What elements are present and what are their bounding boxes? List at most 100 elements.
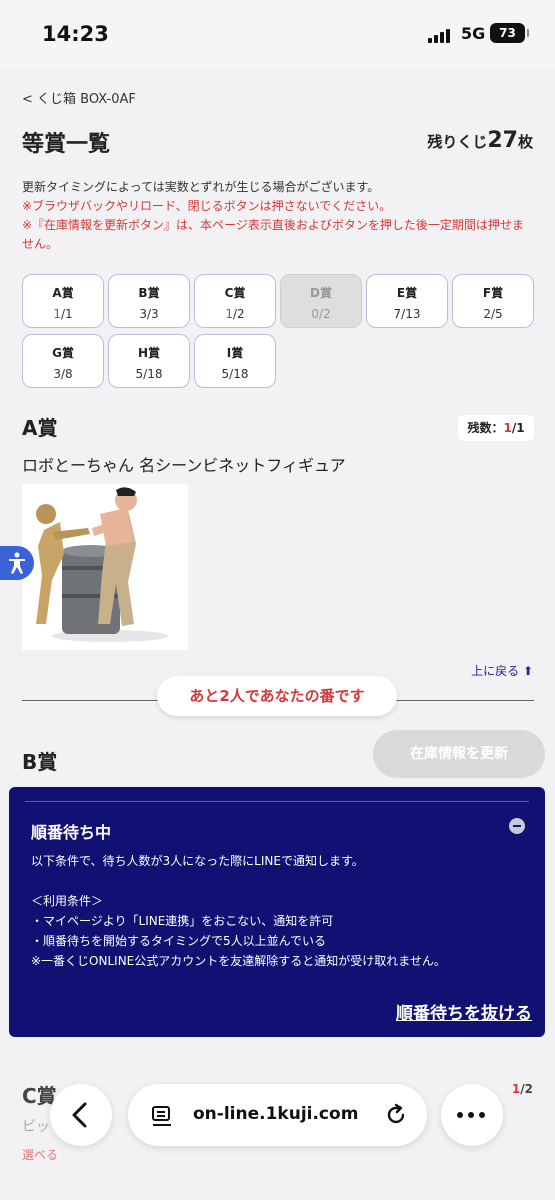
prize-button-label: E賞 [396,286,418,300]
prize-button-d: D賞 0/2 [280,274,362,328]
battery-icon: 73 [490,23,529,43]
back-chevron-icon: < [22,92,33,107]
prize-left: 3 [139,307,147,321]
prize-button-count: 2/5 [453,307,533,321]
prize-left: 7 [393,307,402,321]
back-to-top-label: 上に戻る [471,664,520,678]
prize-total: /18 [229,367,249,381]
chevron-left-icon [72,1102,87,1128]
status-bar: 14:23 5G 73 [0,0,555,66]
prize-name: ロボとーちゃん 名シーンビネットフィギュア [22,456,346,475]
prize-total: /8 [60,367,73,381]
remaining-number: 27 [487,128,518,153]
stock-badge-total: /1 [511,421,525,435]
notice-text: 更新タイミングによっては実数とずれが生じる場合がございます。 ※ブラウザバックや… [22,178,534,254]
prize-button-g[interactable]: G賞 3/8 [22,334,104,388]
prize-total: /2 [318,307,331,321]
notice-line-2: ※ブラウザバックやリロード、閉じるボタンは押さないでください。 [22,199,392,213]
stock-badge: 残数：1/1 [458,415,534,441]
prize-button-label: B賞 [138,286,160,300]
prize-button-b[interactable]: B賞 3/3 [108,274,190,328]
prize-button-count: 3/3 [109,307,189,321]
more-icon [457,1112,485,1118]
prize-total: /2 [232,307,245,321]
prize-button-i[interactable]: I賞 5/18 [194,334,276,388]
prize-button-c[interactable]: C賞 1/2 [194,274,276,328]
prize-total: /13 [401,307,421,321]
stock-badge-total: /2 [520,1082,533,1096]
remaining-unit: 枚 [517,133,533,151]
queue-panel: 順番待ち中 以下条件で、待ち人数が3人になった際にLINEで通知します。 ＜利用… [9,787,545,1037]
arrow-up-icon: ⬆ [522,664,533,678]
leave-queue-link[interactable]: 順番待ちを抜ける [396,999,532,1024]
prize-button-label: A賞 [52,286,74,300]
prize-left: 0 [311,307,319,321]
stock-badge-left: 1 [511,1082,521,1096]
prize-left: 5 [221,367,230,381]
prize-total: /5 [490,307,503,321]
prize-name-partial: ビッ [22,1119,50,1135]
prize-button-count: 1/2 [195,307,275,321]
prize-button-label: D賞 [310,286,332,300]
status-time: 14:23 [42,22,109,46]
prize-button-label: C賞 [224,286,246,300]
prize-left: 1 [225,307,233,321]
reload-icon[interactable] [383,1102,409,1128]
section-a-title: A賞 [22,416,58,440]
prize-total: /3 [146,307,159,321]
remaining-label: 残りくじ [427,133,488,151]
queue-title: 順番待ち中 [31,823,112,842]
prize-total: /1 [60,307,73,321]
stock-badge: 1/2 [512,1082,533,1096]
prize-button-label: F賞 [482,286,504,300]
back-to-top-link[interactable]: 上に戻る ⬆ [471,662,533,679]
prize-button-count: 7/13 [367,307,447,321]
network-type: 5G [461,24,486,43]
prize-button-h[interactable]: H賞 5/18 [108,334,190,388]
prize-left: 1 [53,307,61,321]
queue-line: ・順番待ちを開始するタイミングで5人以上並んでいる [31,934,327,948]
notice-line-3: ※『在庫情報を更新ボタン』は、本ページ表示直後およびボタンを押した後一定期間は押… [22,218,524,251]
queue-divider [25,801,529,802]
prize-total: /18 [143,367,163,381]
browser-address-bar[interactable]: on-line.1kuji.com [128,1084,427,1146]
prize-button-label: H賞 [137,346,161,360]
breadcrumb-label: くじ箱 BOX-0AF [37,92,136,107]
selectable-tag: 選べる [22,1148,59,1162]
page-content: < くじ箱 BOX-0AF 等賞一覧 残りくじ27枚 更新タイミングによっては実… [0,68,555,1200]
prize-button-a[interactable]: A賞 1/1 [22,274,104,328]
prize-button-count: 5/18 [195,367,275,381]
queue-line: ・マイページより「LINE連携」をおこない、通知を許可 [31,914,334,928]
queue-line: ＜利用条件＞ [31,894,104,908]
prize-button-e[interactable]: E賞 7/13 [366,274,448,328]
prize-button-label: G賞 [52,346,74,360]
prize-image [22,484,188,650]
stock-badge-left: 1 [503,421,512,435]
page-title: 等賞一覧 [22,132,111,157]
prize-button-f[interactable]: F賞 2/5 [452,274,534,328]
prize-left: 3 [53,367,61,381]
reader-icon[interactable] [150,1104,174,1128]
stock-badge-label: 残数： [467,421,504,435]
prize-button-count: 3/8 [23,367,103,381]
queue-description: 以下条件で、待ち人数が3人になった際にLINEで通知します。 ＜利用条件＞ ・マ… [31,851,531,971]
url-text: on-line.1kuji.com [193,1104,359,1124]
turn-notice: あと2人であなたの番です [157,676,397,716]
signal-icon [428,27,450,43]
breadcrumb[interactable]: < くじ箱 BOX-0AF [22,88,136,107]
prize-button-count: 0/2 [281,307,361,321]
prize-button-count: 5/18 [109,367,189,381]
section-b-title: B賞 [22,750,58,774]
collapse-icon[interactable] [509,818,525,834]
accessibility-icon [9,552,25,574]
prize-button-label: I賞 [226,346,244,360]
accessibility-button[interactable] [0,546,34,580]
browser-more-button[interactable] [441,1084,503,1146]
browser-back-button[interactable] [50,1084,112,1146]
refresh-stock-button[interactable]: 在庫情報を更新 [373,730,545,778]
remaining-count: 残りくじ27枚 [427,128,533,153]
prize-button-count: 1/1 [23,307,103,321]
prize-left: 5 [135,367,144,381]
queue-line: ※一番くじONLINE公式アカウントを友達解除すると通知が受け取れません。 [31,954,446,968]
prize-left: 2 [483,307,491,321]
